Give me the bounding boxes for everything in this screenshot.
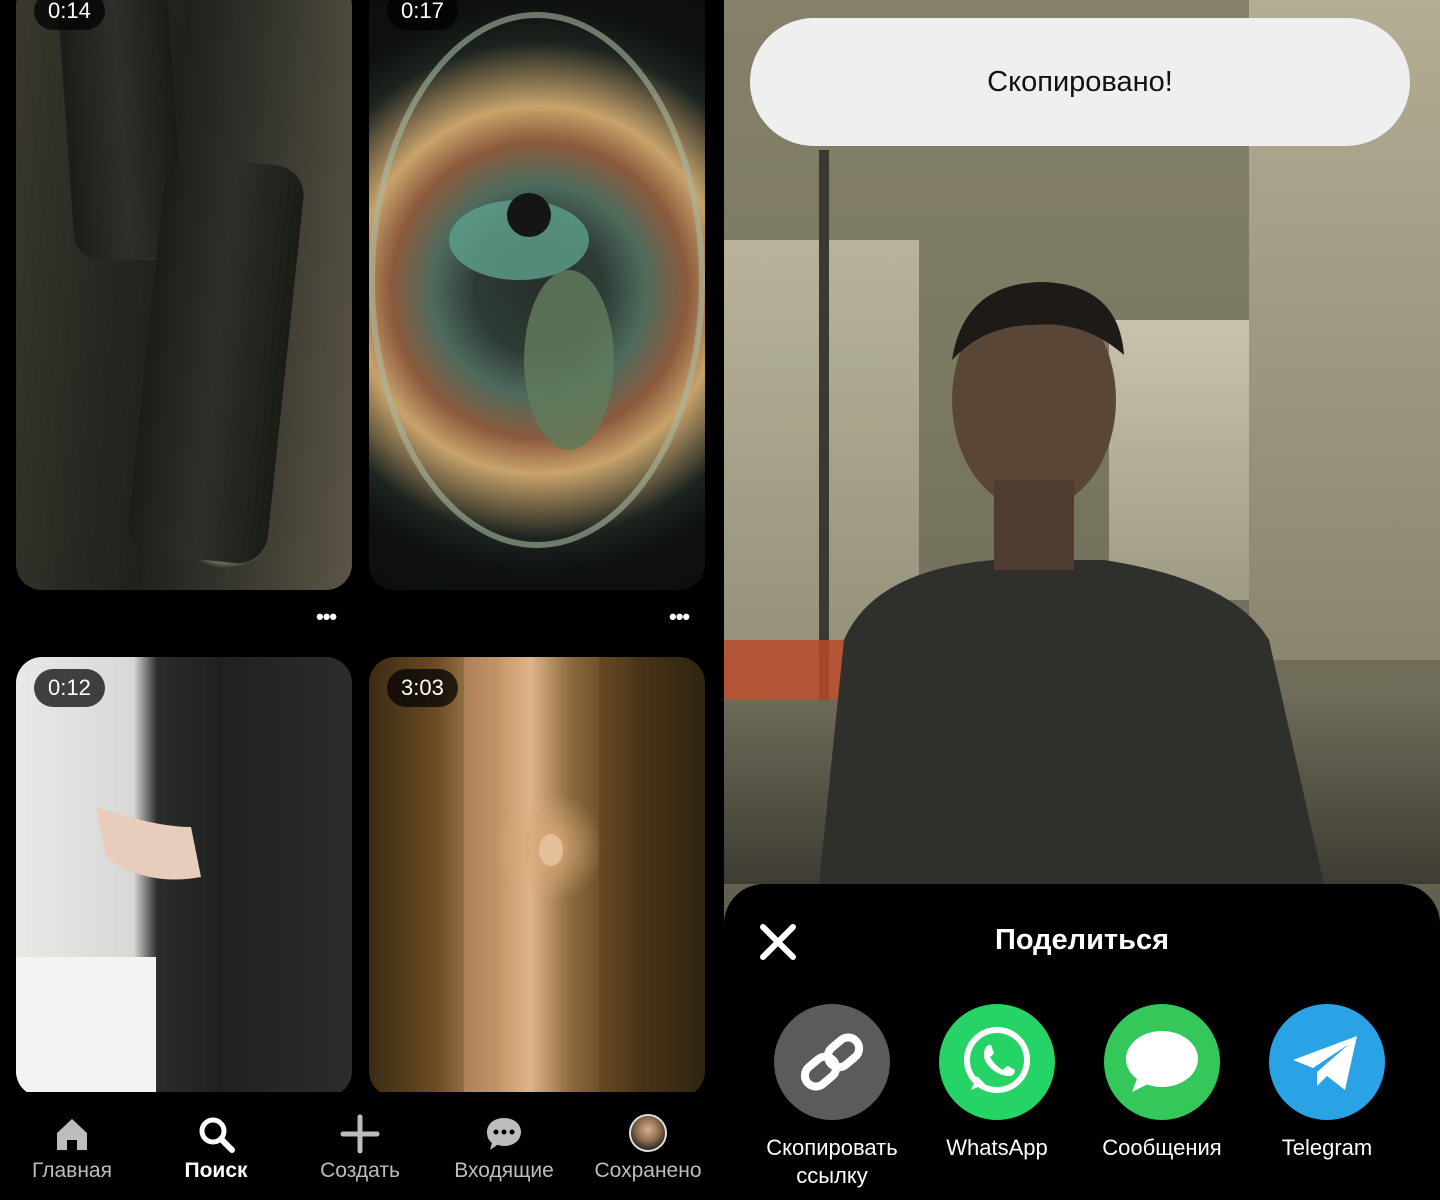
more-options-icon[interactable]: ••• — [669, 604, 690, 630]
share-whatsapp-label: WhatsApp — [946, 1135, 1048, 1160]
nav-inbox[interactable]: Входящие — [432, 1092, 576, 1200]
video-duration-badge: 3:03 — [387, 669, 458, 707]
nav-inbox-label: Входящие — [454, 1159, 554, 1182]
nav-create-label: Создать — [320, 1159, 400, 1182]
fisheye-scene — [369, 12, 705, 548]
share-sheet-title: Поделиться — [994, 924, 1170, 956]
more-options-icon[interactable]: ••• — [316, 604, 337, 630]
share-telegram-button[interactable]: Telegram — [1252, 1004, 1402, 1162]
share-copy-link-button[interactable]: Скопировать ссылку — [757, 1004, 907, 1190]
bottom-nav-bar: Главная Поиск Создать Входящие Сохранено — [0, 1092, 720, 1200]
nav-search-label: Поиск — [184, 1159, 248, 1182]
whatsapp-icon — [939, 1004, 1055, 1120]
avatar — [629, 1114, 667, 1152]
pin-grid-screen: 0:14 0:17 ••• ••• 0:12 3:03 Главная Поис… — [0, 0, 720, 1200]
video-pin-3[interactable]: 0:12 — [16, 657, 352, 1097]
share-telegram-label: Telegram — [1281, 1135, 1373, 1160]
nav-home[interactable]: Главная — [0, 1092, 144, 1200]
nav-create[interactable]: Создать — [288, 1092, 432, 1200]
nav-saved[interactable]: Сохранено — [576, 1092, 720, 1200]
copied-toast: Скопировано! — [750, 18, 1410, 146]
search-icon — [199, 1117, 235, 1153]
video-player-screen: Скопировано! Поделиться Скопировать ссыл… — [724, 0, 1440, 1200]
nav-search[interactable]: Поиск — [144, 1092, 288, 1200]
video-pin-2[interactable]: 0:17 — [369, 0, 705, 590]
video-duration-badge: 0:14 — [34, 0, 105, 30]
wedding-scene — [16, 807, 201, 1097]
share-copy-link-label: Скопировать ссылку — [766, 1135, 898, 1188]
link-icon — [774, 1004, 890, 1120]
video-duration-badge: 0:12 — [34, 669, 105, 707]
nav-home-label: Главная — [32, 1159, 112, 1182]
share-messages-label: Сообщения — [1102, 1135, 1222, 1160]
video-pin-4[interactable]: 3:03 — [369, 657, 705, 1097]
video-duration-badge: 0:17 — [387, 0, 458, 30]
plus-icon — [340, 1114, 380, 1154]
forest-droplet-scene — [464, 657, 625, 1097]
messages-icon — [1104, 1004, 1220, 1120]
video-pin-1[interactable]: 0:14 — [16, 0, 352, 590]
share-sheet: Поделиться Скопировать ссылку WhatsApp С… — [724, 884, 1440, 1200]
chat-icon — [487, 1118, 521, 1150]
share-messages-button[interactable]: Сообщения — [1087, 1004, 1237, 1162]
telegram-icon — [1269, 1004, 1385, 1120]
share-whatsapp-button[interactable]: WhatsApp — [922, 1004, 1072, 1162]
home-icon — [57, 1119, 87, 1150]
nav-saved-label: Сохранено — [594, 1159, 702, 1182]
